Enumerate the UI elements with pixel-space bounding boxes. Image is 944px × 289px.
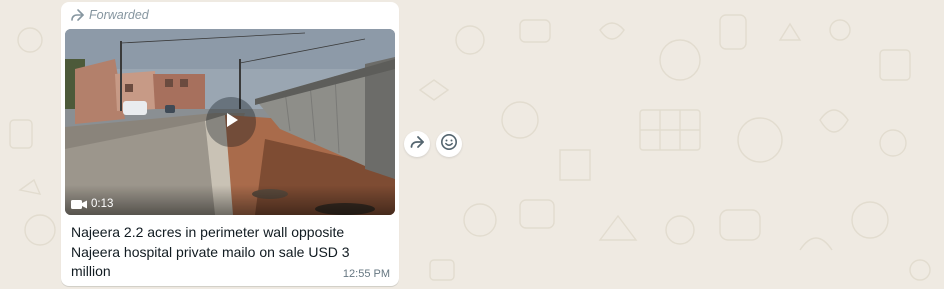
message-timestamp: 12:55 PM — [342, 268, 390, 280]
video-meta-overlay — [65, 185, 395, 215]
forwarded-text: Forwarded — [89, 8, 149, 22]
video-thumbnail[interactable]: 0:13 — [65, 29, 395, 215]
video-camera-icon — [71, 199, 87, 210]
forward-message-button[interactable] — [404, 131, 430, 157]
video-duration-text: 0:13 — [91, 198, 114, 210]
video-duration: 0:13 — [71, 198, 113, 210]
forward-icon — [408, 133, 426, 156]
message-bubble[interactable]: Forwarded 0:13 Najeera 2.2 acres in peri… — [61, 2, 399, 286]
play-icon — [221, 110, 241, 135]
forwarded-arrow-icon — [69, 7, 85, 23]
play-button[interactable] — [206, 97, 256, 147]
emoji-reaction-icon — [440, 133, 458, 156]
react-button[interactable] — [436, 131, 462, 157]
forwarded-label: Forwarded — [69, 7, 149, 23]
message-caption: Najeera 2.2 acres in perimeter wall oppo… — [71, 224, 350, 279]
